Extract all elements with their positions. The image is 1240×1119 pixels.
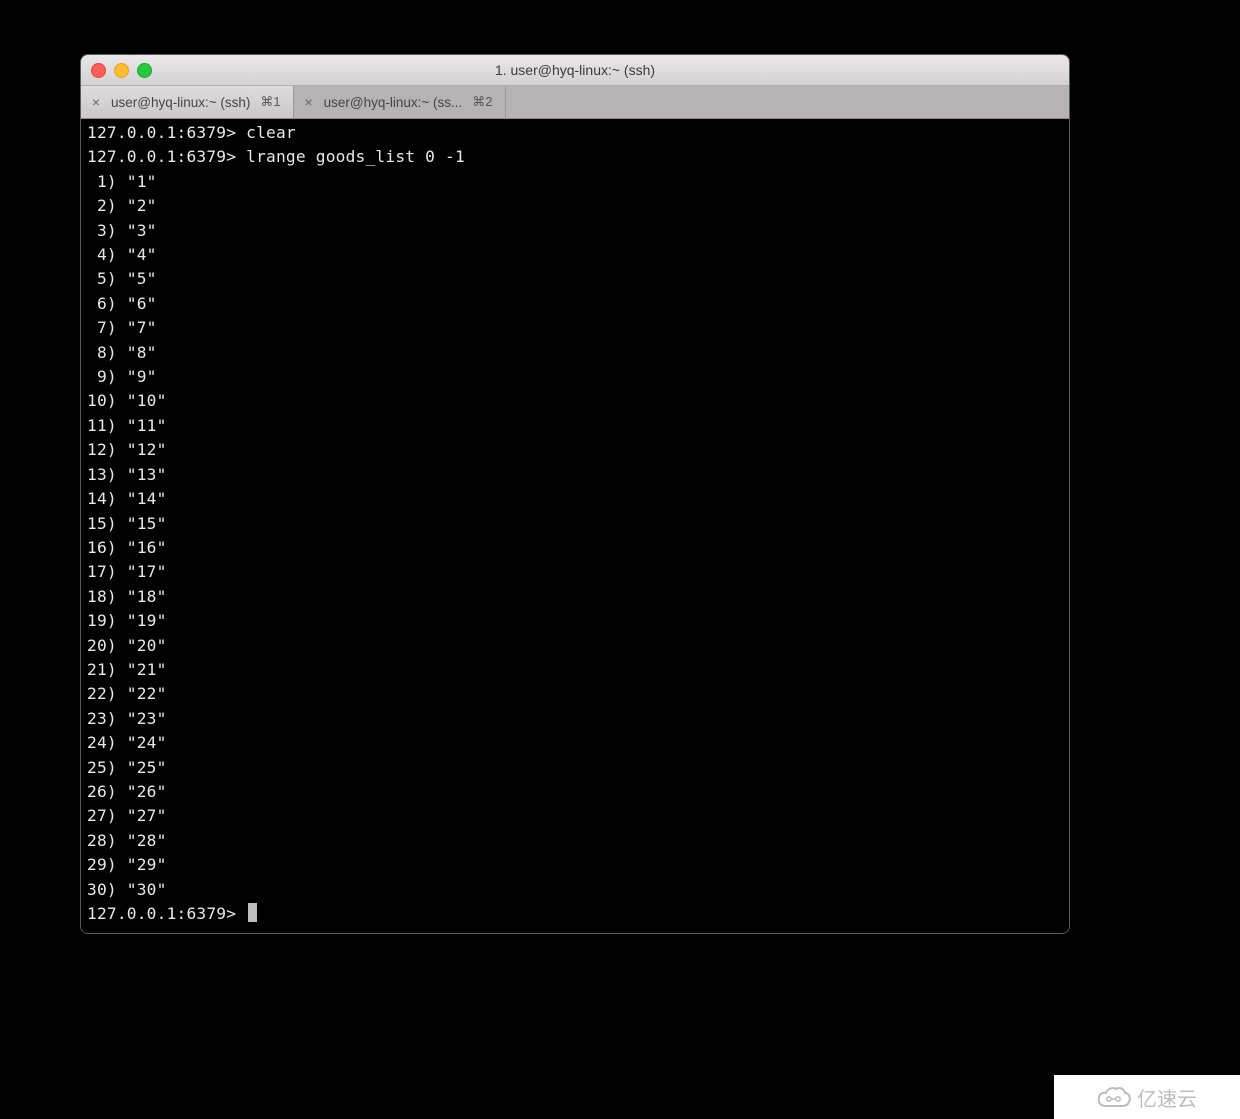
- terminal-line: 30) "30": [87, 878, 1063, 902]
- close-icon[interactable]: [91, 63, 106, 78]
- terminal-line: 10) "10": [87, 389, 1063, 413]
- terminal-line: 24) "24": [87, 731, 1063, 755]
- terminal-line: 20) "20": [87, 634, 1063, 658]
- terminal-line: 6) "6": [87, 292, 1063, 316]
- terminal-line: 28) "28": [87, 829, 1063, 853]
- terminal-line: 7) "7": [87, 316, 1063, 340]
- terminal-line: 22) "22": [87, 682, 1063, 706]
- terminal-line: 3) "3": [87, 219, 1063, 243]
- terminal-line: 127.0.0.1:6379> lrange goods_list 0 -1: [87, 145, 1063, 169]
- terminal-line: 8) "8": [87, 341, 1063, 365]
- tab-session-2[interactable]: × user@hyq-linux:~ (ss... ⌘2: [294, 86, 506, 118]
- tab-shortcut: ⌘2: [472, 94, 492, 110]
- terminal-line: 29) "29": [87, 853, 1063, 877]
- terminal-output[interactable]: 127.0.0.1:6379> clear127.0.0.1:6379> lra…: [81, 119, 1069, 933]
- terminal-line: 17) "17": [87, 560, 1063, 584]
- terminal-line: 11) "11": [87, 414, 1063, 438]
- terminal-line: 9) "9": [87, 365, 1063, 389]
- minimize-icon[interactable]: [114, 63, 129, 78]
- tab-label: user@hyq-linux:~ (ssh): [111, 95, 250, 110]
- tab-label: user@hyq-linux:~ (ss...: [324, 95, 463, 110]
- tab-session-1[interactable]: × user@hyq-linux:~ (ssh) ⌘1: [81, 86, 294, 118]
- tab-shortcut: ⌘1: [260, 94, 280, 110]
- terminal-line: 1) "1": [87, 170, 1063, 194]
- terminal-line: 14) "14": [87, 487, 1063, 511]
- terminal-line: 2) "2": [87, 194, 1063, 218]
- cursor-icon: [248, 903, 257, 922]
- terminal-prompt-line: 127.0.0.1:6379>: [87, 902, 1063, 926]
- close-tab-icon[interactable]: ×: [89, 94, 103, 110]
- terminal-line: 27) "27": [87, 804, 1063, 828]
- close-tab-icon[interactable]: ×: [302, 94, 316, 110]
- terminal-line: 15) "15": [87, 512, 1063, 536]
- terminal-window: 1. user@hyq-linux:~ (ssh) × user@hyq-lin…: [80, 54, 1070, 934]
- terminal-line: 13) "13": [87, 463, 1063, 487]
- titlebar: 1. user@hyq-linux:~ (ssh): [81, 55, 1069, 86]
- cloud-icon: [1097, 1086, 1131, 1108]
- terminal-line: 21) "21": [87, 658, 1063, 682]
- watermark-text: 亿速云: [1137, 1083, 1197, 1112]
- terminal-line: 25) "25": [87, 756, 1063, 780]
- terminal-line: 127.0.0.1:6379> clear: [87, 121, 1063, 145]
- terminal-line: 16) "16": [87, 536, 1063, 560]
- terminal-line: 19) "19": [87, 609, 1063, 633]
- tab-bar: × user@hyq-linux:~ (ssh) ⌘1 × user@hyq-l…: [81, 86, 1069, 119]
- terminal-line: 12) "12": [87, 438, 1063, 462]
- watermark: 亿速云: [1054, 1075, 1240, 1119]
- terminal-line: 26) "26": [87, 780, 1063, 804]
- traffic-lights: [91, 63, 152, 78]
- terminal-line: 4) "4": [87, 243, 1063, 267]
- window-title: 1. user@hyq-linux:~ (ssh): [81, 62, 1069, 78]
- zoom-icon[interactable]: [137, 63, 152, 78]
- terminal-line: 23) "23": [87, 707, 1063, 731]
- terminal-line: 5) "5": [87, 267, 1063, 291]
- terminal-line: 18) "18": [87, 585, 1063, 609]
